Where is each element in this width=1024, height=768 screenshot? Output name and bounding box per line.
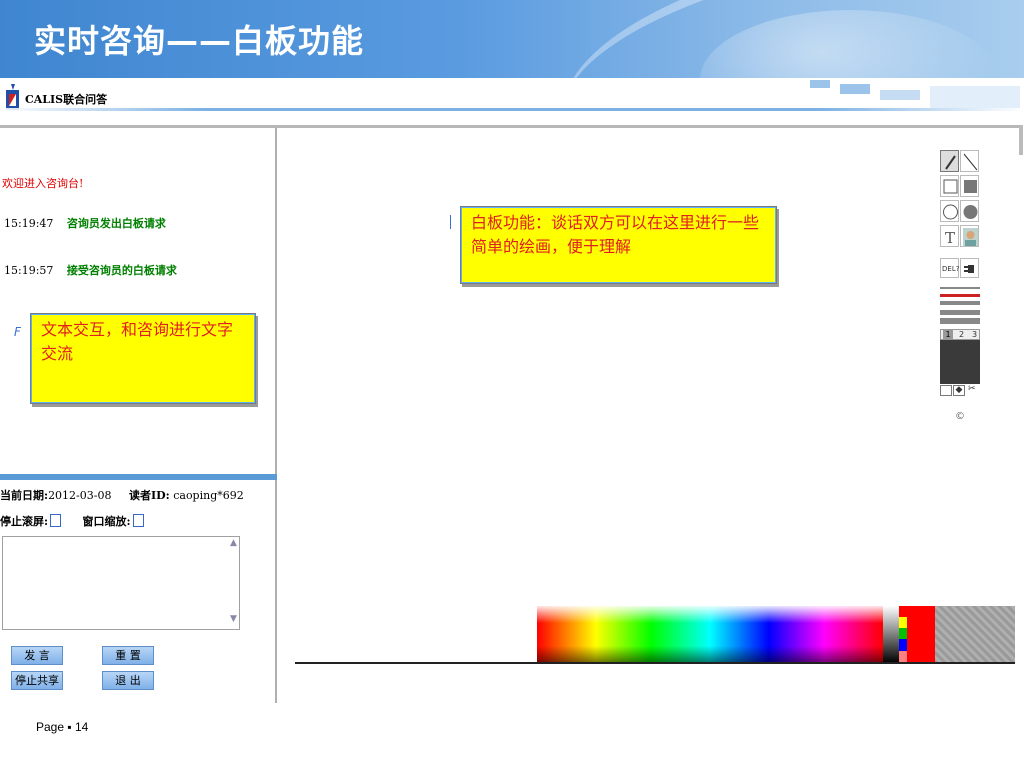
text-cursor-marker: F (14, 325, 21, 339)
stop-scroll-checkbox[interactable] (50, 514, 62, 527)
whiteboard-cursor (450, 215, 451, 229)
current-color-swatch (907, 606, 935, 663)
window-zoom-label: 窗口缩放: (82, 515, 131, 528)
slide-title: 实时咨询——白板功能 (34, 22, 365, 60)
page-footer: Page ▪ 14 (36, 720, 89, 734)
chat-message-text: 咨询员发出白板请求 (66, 217, 166, 230)
delete-tool-label: DEL? (942, 265, 960, 273)
exit-button[interactable]: 退 出 (102, 671, 154, 690)
stop-scroll-label: 停止滚屏: (0, 515, 49, 528)
pixel-decoration (810, 80, 830, 88)
reader-id-value: caoping*692 (173, 489, 244, 502)
app-name: CALIS联合问答 (25, 93, 108, 106)
date-label: 当前日期: (0, 489, 49, 502)
stroke-width-3[interactable] (940, 301, 980, 305)
stroke-width-2[interactable] (940, 294, 980, 297)
stop-share-button[interactable]: 停止共享 (11, 671, 63, 690)
whiteboard-baseline (295, 662, 1015, 664)
copyright-mark: © (955, 411, 965, 422)
chat-message: 15:19:57 接受咨询员的白板请求 (4, 262, 177, 278)
options-row: 停止滚屏: 窗口缩放: (0, 513, 148, 529)
page-actions: ◆ ✂ (940, 384, 980, 396)
pencil-icon[interactable] (940, 150, 959, 172)
chat-message: 15:19:47 咨询员发出白板请求 (4, 215, 166, 231)
text-tool-icon[interactable]: T (940, 225, 959, 247)
scroll-up-icon[interactable]: ▲ (228, 538, 239, 552)
rect-filled-icon[interactable] (960, 175, 979, 197)
svg-text:T: T (945, 229, 955, 247)
quick-swatches (899, 606, 907, 663)
chat-message-time: 15:19:47 (4, 217, 54, 230)
grayscale-picker[interactable] (883, 606, 899, 663)
page-preview[interactable] (940, 340, 980, 384)
reader-id-label: 读者ID: (128, 489, 170, 502)
scroll-down-icon[interactable]: ▼ (228, 614, 239, 628)
pixel-decoration (930, 86, 1020, 108)
circle-filled-icon[interactable] (960, 200, 979, 222)
line-icon[interactable] (960, 150, 979, 172)
swatch-yellow[interactable] (899, 617, 907, 628)
text-interaction-callout: 文本交互，和咨询进行文字交流 (30, 313, 256, 404)
pixel-decoration (840, 84, 870, 94)
pixel-decoration (880, 90, 920, 100)
image-tool-icon[interactable] (960, 225, 979, 247)
stroke-width-4[interactable] (940, 310, 980, 315)
whiteboard-callout: 白板功能：谈话双方可以在这里进行一些简单的绘画，便于理解 (460, 206, 777, 284)
page-move-icon[interactable]: ◆ (953, 385, 965, 396)
chat-input-divider (0, 474, 277, 480)
chat-message-text: 接受咨询员的白板请求 (66, 264, 177, 277)
frame-right-rule (1019, 125, 1023, 155)
window-zoom-checkbox[interactable] (132, 514, 144, 527)
message-input[interactable] (2, 536, 240, 630)
page-save-icon[interactable] (940, 385, 952, 396)
stroke-width-1[interactable] (940, 287, 980, 289)
swatch-blue[interactable] (899, 639, 907, 651)
fill-pattern-picker[interactable] (935, 606, 1015, 663)
slide: 实时咨询——白板功能 CALIS联合问答 欢迎进入咨询台! 15:19:47 咨… (0, 0, 1024, 768)
page-tab-2[interactable]: 2 (959, 330, 964, 339)
reset-button[interactable]: 重 置 (102, 646, 154, 665)
send-button[interactable]: 发 言 (11, 646, 63, 665)
circle-outline-icon[interactable] (940, 200, 959, 222)
session-info-row: 当前日期:2012-03-08 读者ID: caoping*692 (0, 487, 244, 503)
color-spectrum-picker[interactable] (537, 606, 883, 663)
swatch-green[interactable] (899, 628, 907, 639)
date-value: 2012-03-08 (48, 489, 112, 502)
page-cut-icon[interactable]: ✂ (968, 384, 976, 394)
welcome-message: 欢迎进入咨询台! (2, 177, 84, 190)
app-header-underline (0, 108, 1024, 111)
app-header-bar (0, 78, 1024, 120)
stroke-width-5[interactable] (940, 318, 980, 324)
calis-logo-icon (6, 84, 19, 110)
page-tabs: 1 2 3 (940, 329, 980, 340)
chat-message-time: 15:19:57 (4, 264, 54, 277)
swatch-red[interactable] (899, 606, 907, 617)
page-tab-1[interactable]: 1 (943, 330, 953, 339)
rect-outline-icon[interactable] (940, 175, 959, 197)
delete-tool-button[interactable]: DEL? (940, 258, 959, 278)
page-tab-3[interactable]: 3 (972, 330, 977, 339)
plug-icon[interactable] (960, 258, 979, 278)
